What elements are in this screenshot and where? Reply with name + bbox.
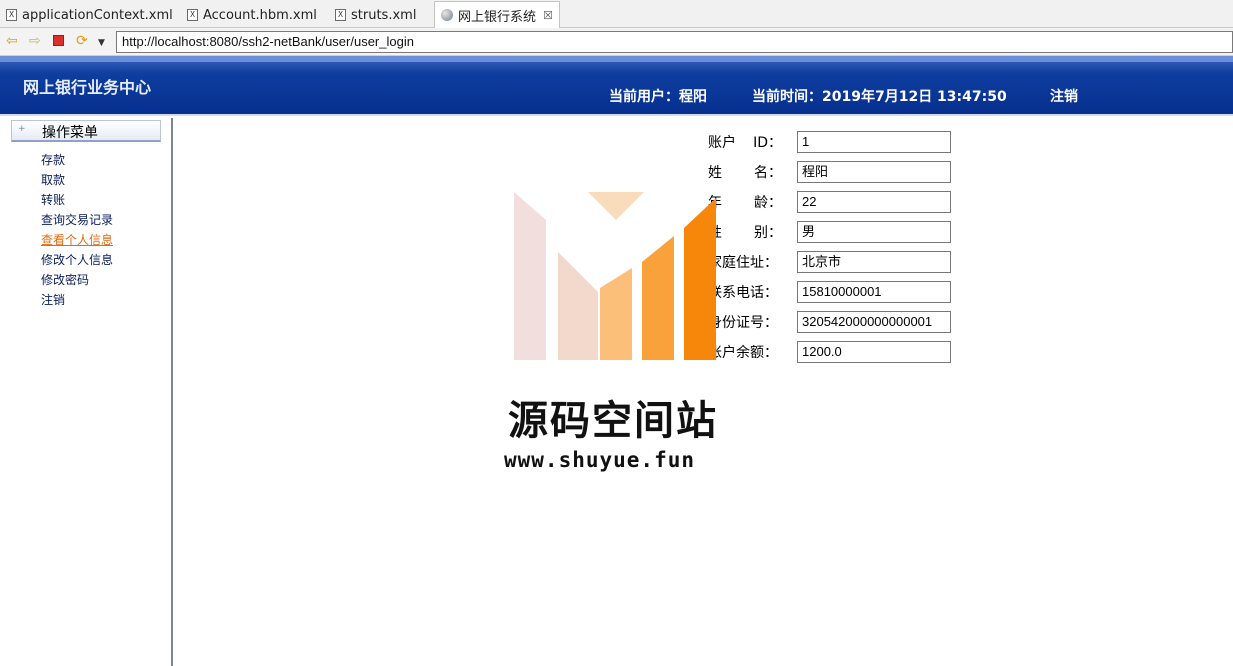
xml-file-icon: X xyxy=(335,9,346,21)
back-arrow-icon[interactable]: ⇦ xyxy=(6,33,18,49)
watermark-logo xyxy=(514,192,716,360)
refresh-icon[interactable]: ⟳ xyxy=(76,33,88,49)
field-label-name: 姓 名： xyxy=(708,162,782,182)
gender-field[interactable]: 男 xyxy=(797,221,951,243)
sidebar: + 操作菜单 存款 取款 转账 查询交易记录 查看个人信息 修改个人信息 修改密… xyxy=(0,118,173,666)
xml-file-icon: X xyxy=(187,9,198,21)
field-label-id: 账户 ID： xyxy=(708,132,782,152)
editor-tab-browser[interactable]: 网上银行系统 ☒ xyxy=(434,1,560,28)
menu-item-view-profile[interactable]: 查看个人信息 xyxy=(41,231,113,248)
url-input[interactable]: http://localhost:8080/ssh2-netBank/user/… xyxy=(116,31,1233,53)
current-user: 当前用户：程阳 xyxy=(609,89,707,105)
menu-item-transactions[interactable]: 查询交易记录 xyxy=(41,211,113,228)
account-id-field[interactable]: 1 xyxy=(797,131,951,153)
age-field[interactable]: 22 xyxy=(797,191,951,213)
balance-field[interactable]: 1200.0 xyxy=(797,341,951,363)
editor-tab-label: 网上银行系统 xyxy=(458,9,537,25)
editor-tab-label: Account.hbm.xml xyxy=(203,7,317,23)
menu-header[interactable]: + 操作菜单 xyxy=(11,120,161,142)
label-text: 账户 xyxy=(708,135,736,151)
editor-tab-applicationcontext[interactable]: X applicationContext.xml xyxy=(6,4,173,26)
label-text: 别： xyxy=(754,225,782,241)
chevron-down-icon[interactable]: ▼ xyxy=(98,35,105,51)
watermark-title: 源码空间站 xyxy=(508,398,718,444)
site-title: 网上银行业务中心 xyxy=(23,78,152,97)
page-header: 网上银行业务中心 当前用户：程阳 当前时间：2019年7月12日 13:47:5… xyxy=(0,56,1233,116)
menu-item-deposit[interactable]: 存款 xyxy=(41,151,65,168)
label-text: ID： xyxy=(753,135,782,151)
editor-tab-account-hbm[interactable]: X Account.hbm.xml xyxy=(187,4,317,26)
xml-file-icon: X xyxy=(6,9,17,21)
id-card-field[interactable]: 320542000000000001 xyxy=(797,311,951,333)
stop-icon[interactable] xyxy=(53,35,64,46)
editor-tab-bar: X applicationContext.xml X Account.hbm.x… xyxy=(0,0,1233,28)
address-field[interactable]: 北京市 xyxy=(797,251,951,273)
header-logout-link[interactable]: 注销 xyxy=(1050,86,1078,106)
label-text: 名： xyxy=(754,165,782,181)
menu-item-withdraw[interactable]: 取款 xyxy=(41,171,65,188)
label-text: 龄： xyxy=(754,195,782,211)
expand-icon: + xyxy=(18,124,26,134)
browser-toolbar: ⇦ ⇨ ⟳ ▼ http://localhost:8080/ssh2-netBa… xyxy=(0,28,1233,56)
watermark-url: www.shuyue.fun xyxy=(504,448,696,472)
menu-item-logout[interactable]: 注销 xyxy=(41,291,65,308)
menu-item-change-password[interactable]: 修改密码 xyxy=(41,271,89,288)
menu-item-transfer[interactable]: 转账 xyxy=(41,191,65,208)
current-time: 当前时间：2019年7月12日 13:47:50 xyxy=(752,89,1007,105)
phone-field[interactable]: 15810000001 xyxy=(797,281,951,303)
menu-title: 操作菜单 xyxy=(42,125,98,141)
header-stripe xyxy=(0,56,1233,62)
editor-tab-label: applicationContext.xml xyxy=(22,7,173,23)
menu-item-edit-profile[interactable]: 修改个人信息 xyxy=(41,251,113,268)
forward-arrow-icon[interactable]: ⇨ xyxy=(29,33,41,49)
editor-tab-struts[interactable]: X struts.xml xyxy=(335,4,416,26)
editor-tab-label: struts.xml xyxy=(351,7,417,23)
globe-icon xyxy=(441,9,453,21)
close-icon[interactable]: ☒ xyxy=(543,9,553,22)
name-field[interactable]: 程阳 xyxy=(797,161,951,183)
label-text: 姓 xyxy=(708,165,722,181)
